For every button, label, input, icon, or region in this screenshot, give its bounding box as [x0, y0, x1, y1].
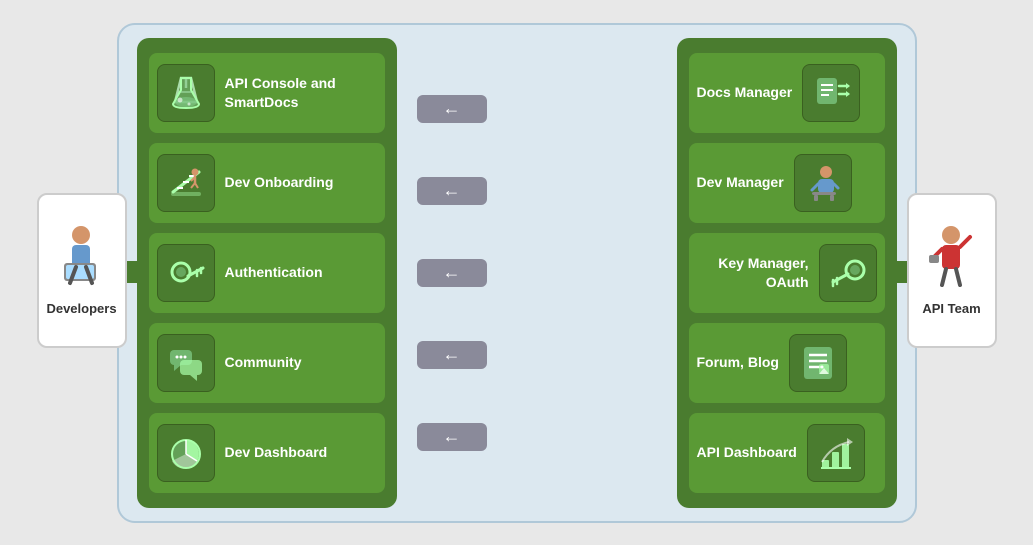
right-panel: Docs Manager Dev Manager: [677, 38, 897, 508]
diagram-container: Developers API Console and SmartDocs: [37, 13, 997, 533]
api-team-icon: [924, 225, 979, 295]
middle-arrows: ← ← ← ← ←: [407, 38, 497, 508]
row-docs-manager: Docs Manager: [689, 53, 885, 133]
arrow-pill-2: ←: [417, 177, 487, 205]
api-dashboard-label: API Dashboard: [697, 443, 797, 461]
developer-icon: [54, 225, 109, 295]
chat-icon: [167, 344, 205, 382]
arrow-pill-3: ←: [417, 259, 487, 287]
api-console-icon-box: [157, 64, 215, 122]
row-api-dashboard: API Dashboard: [689, 413, 885, 493]
developer-label: Developers: [46, 301, 116, 316]
row-forum-blog: Forum, Blog: [689, 323, 885, 403]
dev-manager-icon-box: [794, 154, 852, 212]
person-desk-icon: [804, 164, 842, 202]
left-panel: API Console and SmartDocs: [137, 38, 397, 508]
docs-icon: [812, 74, 850, 112]
dev-onboarding-label: Dev Onboarding: [225, 173, 334, 191]
api-team-figure: API Team: [907, 193, 997, 348]
forum-blog-label: Forum, Blog: [697, 353, 779, 371]
key-manager-icon-box: [819, 244, 877, 302]
arrow-4: ←: [407, 315, 497, 395]
docs-manager-label: Docs Manager: [697, 83, 793, 101]
authentication-label: Authentication: [225, 263, 323, 281]
arrow-pill-1: ←: [417, 95, 487, 123]
arrow-pill-5: ←: [417, 423, 487, 451]
piechart-icon: [167, 434, 205, 472]
community-label: Community: [225, 353, 302, 371]
community-icon-box: [157, 334, 215, 392]
row-api-console: API Console and SmartDocs: [149, 53, 385, 133]
row-dev-dashboard: Dev Dashboard: [149, 413, 385, 493]
list-doc-icon: [799, 344, 837, 382]
row-community: Community: [149, 323, 385, 403]
arrow-5: ←: [407, 397, 497, 477]
row-dev-manager: Dev Manager: [689, 143, 885, 223]
flask-icon: [167, 74, 205, 112]
barchart-icon: [817, 434, 855, 472]
key-icon: [167, 254, 205, 292]
arrow-3: ←: [407, 233, 497, 313]
authentication-icon-box: [157, 244, 215, 302]
api-team-label: API Team: [922, 301, 980, 316]
row-dev-onboarding: Dev Onboarding: [149, 143, 385, 223]
row-authentication: Authentication: [149, 233, 385, 313]
docs-manager-icon-box: [802, 64, 860, 122]
arrow-2: ←: [407, 151, 497, 231]
arrow-1: ←: [407, 69, 497, 149]
key2-icon: [829, 254, 867, 292]
dev-dashboard-label: Dev Dashboard: [225, 443, 328, 461]
escalator-icon: [167, 164, 205, 202]
row-key-manager: Key Manager, OAuth: [689, 233, 885, 313]
dev-manager-label: Dev Manager: [697, 173, 784, 191]
developer-figure: Developers: [37, 193, 127, 348]
dev-onboarding-icon-box: [157, 154, 215, 212]
api-console-label: API Console and SmartDocs: [225, 74, 377, 110]
dev-dashboard-icon-box: [157, 424, 215, 482]
forum-blog-icon-box: [789, 334, 847, 392]
api-dashboard-icon-box: [807, 424, 865, 482]
key-manager-label: Key Manager, OAuth: [697, 254, 809, 290]
arrow-pill-4: ←: [417, 341, 487, 369]
